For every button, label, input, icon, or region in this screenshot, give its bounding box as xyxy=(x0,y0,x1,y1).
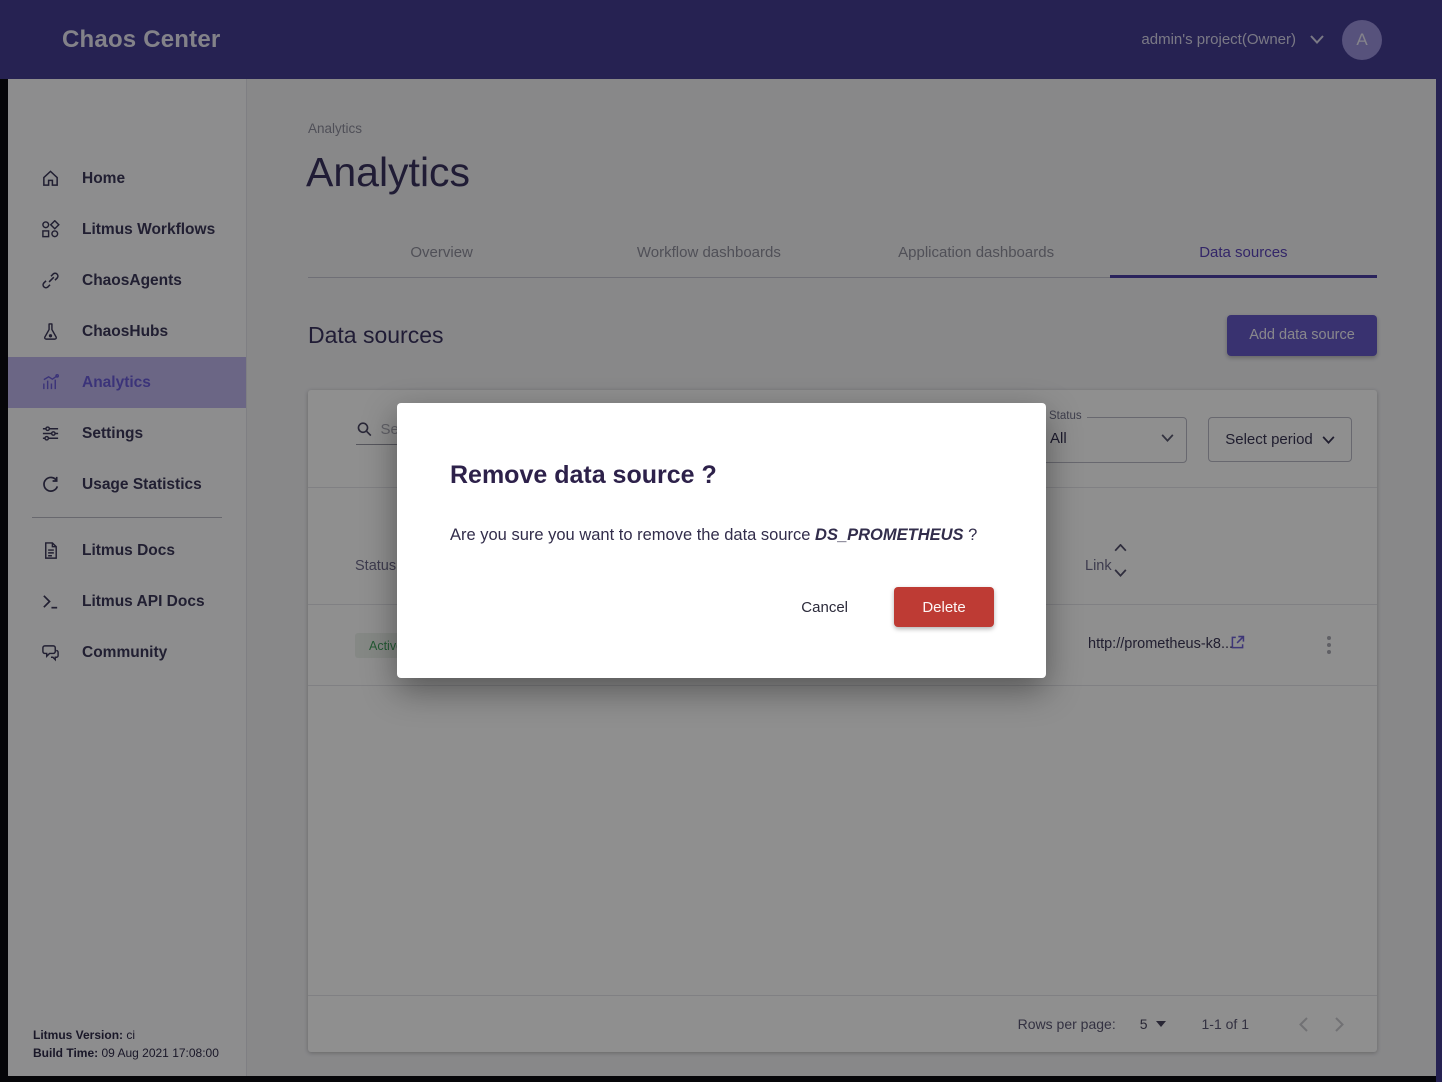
dialog-message-suffix: ? xyxy=(964,526,978,544)
delete-button[interactable]: Delete xyxy=(894,587,994,627)
dialog-message-prefix: Are you sure you want to remove the data… xyxy=(450,526,815,544)
dialog-title: Remove data source ? xyxy=(450,461,994,490)
dialog-message: Are you sure you want to remove the data… xyxy=(450,526,994,545)
data-source-name: DS_PROMETHEUS xyxy=(815,526,964,544)
cancel-button[interactable]: Cancel xyxy=(795,589,854,626)
remove-data-source-dialog: Remove data source ? Are you sure you wa… xyxy=(397,403,1046,678)
